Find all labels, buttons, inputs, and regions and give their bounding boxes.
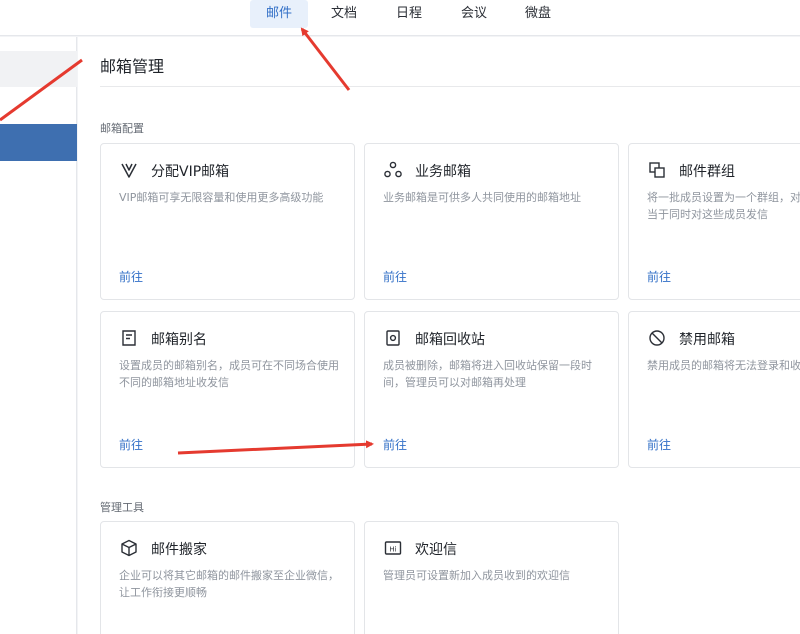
card-title: 禁用邮箱 [679, 332, 735, 348]
card-title: 邮箱回收站 [415, 332, 485, 348]
card-mailbox-alias[interactable]: 邮箱别名 设置成员的邮箱别名，成员可在不同场合使用不同的邮箱地址收发信 前往 [100, 311, 355, 468]
card-vip-mailbox[interactable]: 分配VIP邮箱 VIP邮箱可享无限容量和使用更多高级功能 前往 [100, 143, 355, 300]
recycle-bin-icon [383, 328, 403, 348]
tab-meeting[interactable]: 会议 [450, 0, 498, 28]
card-mail-migration[interactable]: 邮件搬家 企业可以将其它邮箱的邮件搬家至企业微信，让工作衔接更顺畅 [100, 521, 355, 634]
welcome-letter-icon: Hi [383, 538, 403, 558]
sidebar-item-active[interactable] [0, 124, 77, 161]
card-description: VIP邮箱可享无限容量和使用更多高级功能 [119, 191, 324, 204]
card-recycle-bin[interactable]: 邮箱回收站 成员被删除，邮箱将进入回收站保留一段时间，管理员可以对邮箱再处理 前… [364, 311, 619, 468]
tab-mail[interactable]: 邮件 [250, 0, 308, 28]
sidebar [0, 37, 77, 634]
card-title: 业务邮箱 [415, 164, 471, 180]
card-disable-mailbox[interactable]: 禁用邮箱 禁用成员的邮箱将无法登录和收 前往 [628, 311, 800, 468]
card-description: 成员被删除，邮箱将进入回收站保留一段时间，管理员可以对邮箱再处理 [383, 359, 592, 389]
top-navigation: 邮件 文档 日程 会议 微盘 [0, 0, 800, 36]
vip-icon [119, 160, 139, 180]
page-title: 邮箱管理 [100, 57, 165, 76]
card-description-line: 将一批成员设置为一个群组，对 [647, 191, 800, 204]
divider [100, 86, 800, 87]
mail-group-icon [647, 160, 667, 180]
section-label-mailbox-config: 邮箱配置 [100, 122, 144, 135]
tab-docs[interactable]: 文档 [320, 0, 368, 28]
section-label-management-tools: 管理工具 [100, 501, 144, 514]
card-title: 欢迎信 [415, 542, 457, 558]
card-description: 管理员可设置新加入成员收到的欢迎信 [383, 569, 570, 582]
card-description: 禁用成员的邮箱将无法登录和收 [647, 359, 800, 372]
card-description: 将一批成员设置为一个群组，对 当于同时对这些成员发信 [647, 189, 800, 223]
go-link[interactable]: 前往 [383, 436, 407, 453]
card-mail-group[interactable]: 邮件群组 将一批成员设置为一个群组，对 当于同时对这些成员发信 前往 [628, 143, 800, 300]
card-title: 邮件搬家 [151, 542, 207, 558]
go-link[interactable]: 前往 [119, 436, 143, 453]
go-link[interactable]: 前往 [119, 268, 143, 285]
card-title: 邮件群组 [679, 164, 735, 180]
tab-calendar[interactable]: 日程 [385, 0, 433, 28]
cube-icon [119, 538, 139, 558]
go-link[interactable]: 前往 [647, 268, 671, 285]
svg-text:Hi: Hi [389, 545, 396, 553]
go-link[interactable]: 前往 [383, 268, 407, 285]
tab-drive[interactable]: 微盘 [514, 0, 562, 28]
business-mailbox-icon [383, 160, 403, 180]
card-description: 设置成员的邮箱别名，成员可在不同场合使用不同的邮箱地址收发信 [119, 359, 339, 389]
go-link[interactable]: 前往 [647, 436, 671, 453]
card-business-mailbox[interactable]: 业务邮箱 业务邮箱是可供多人共同使用的邮箱地址 前往 [364, 143, 619, 300]
main-content: 邮箱管理 邮箱配置 分配VIP邮箱 VIP邮箱可享无限容量和使用更多高级功能 前… [78, 37, 800, 634]
card-description: 业务邮箱是可供多人共同使用的邮箱地址 [383, 191, 581, 204]
disable-icon [647, 328, 667, 348]
sidebar-item[interactable] [0, 51, 77, 87]
card-title: 邮箱别名 [151, 332, 207, 348]
alias-icon [119, 328, 139, 348]
card-welcome-letter[interactable]: Hi 欢迎信 管理员可设置新加入成员收到的欢迎信 [364, 521, 619, 634]
card-description: 企业可以将其它邮箱的邮件搬家至企业微信，让工作衔接更顺畅 [119, 569, 339, 599]
card-description-line: 当于同时对这些成员发信 [647, 208, 768, 221]
card-title: 分配VIP邮箱 [151, 164, 230, 180]
